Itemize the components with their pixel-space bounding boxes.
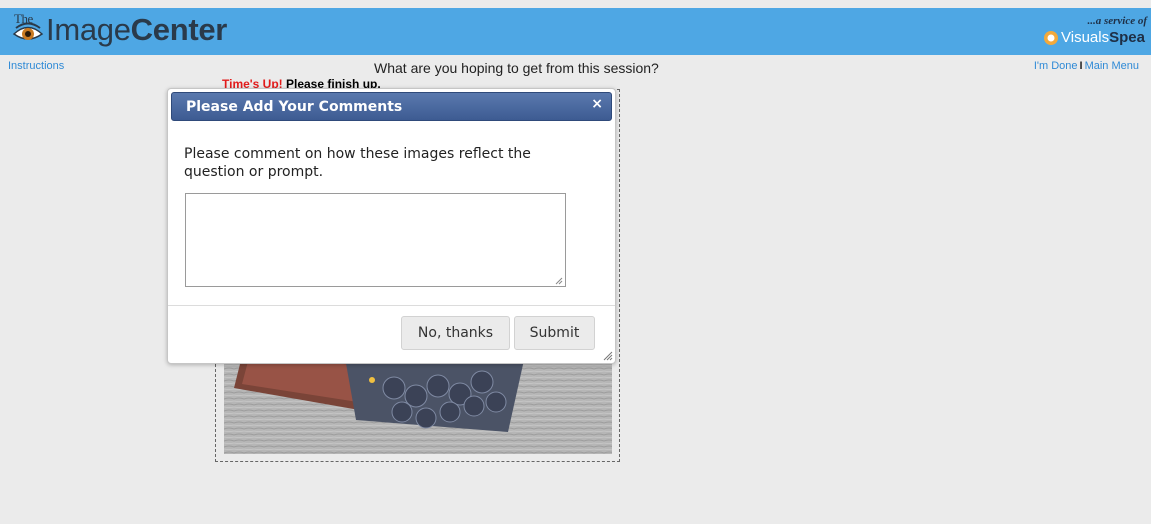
im-done-link[interactable]: I'm Done: [1034, 60, 1078, 72]
logo-wordmark: ImageCenter: [46, 12, 227, 48]
session-question: What are you hoping to get from this ses…: [374, 60, 659, 76]
resize-grip-icon[interactable]: [555, 277, 563, 285]
link-separator: I: [1079, 60, 1083, 72]
logo-word-image: Image: [46, 12, 131, 47]
resize-grip-icon[interactable]: [603, 351, 613, 361]
comment-textarea[interactable]: [185, 193, 566, 287]
submit-button[interactable]: Submit: [514, 316, 595, 350]
header-bar: The ImageCenter ...a service of VisualsS…: [0, 8, 1151, 55]
visuals-speak-logo-icon: [1044, 31, 1058, 45]
service-brand-bold: Spea: [1109, 29, 1145, 46]
dialog-title: Please Add Your Comments: [186, 99, 403, 115]
top-right-links: I'm Done I Main Menu: [1034, 60, 1139, 72]
dialog-divider: [168, 305, 615, 306]
close-icon[interactable]: ×: [591, 96, 603, 112]
eye-icon: [12, 22, 44, 40]
dialog-header[interactable]: Please Add Your Comments ×: [171, 92, 612, 121]
comments-dialog: Please Add Your Comments × Please commen…: [167, 88, 616, 364]
service-brand-light: Visuals: [1061, 29, 1110, 46]
no-thanks-button[interactable]: No, thanks: [401, 316, 510, 350]
service-tagline: ...a service of: [1087, 15, 1147, 27]
instructions-link[interactable]: Instructions: [8, 60, 64, 72]
dialog-prompt: Please comment on how these images refle…: [184, 146, 531, 180]
service-badge: ...a service of VisualsSpea: [1031, 12, 1151, 52]
main-menu-link[interactable]: Main Menu: [1085, 60, 1139, 72]
service-brand: VisualsSpea: [1061, 29, 1145, 46]
logo-word-center: Center: [130, 12, 228, 47]
